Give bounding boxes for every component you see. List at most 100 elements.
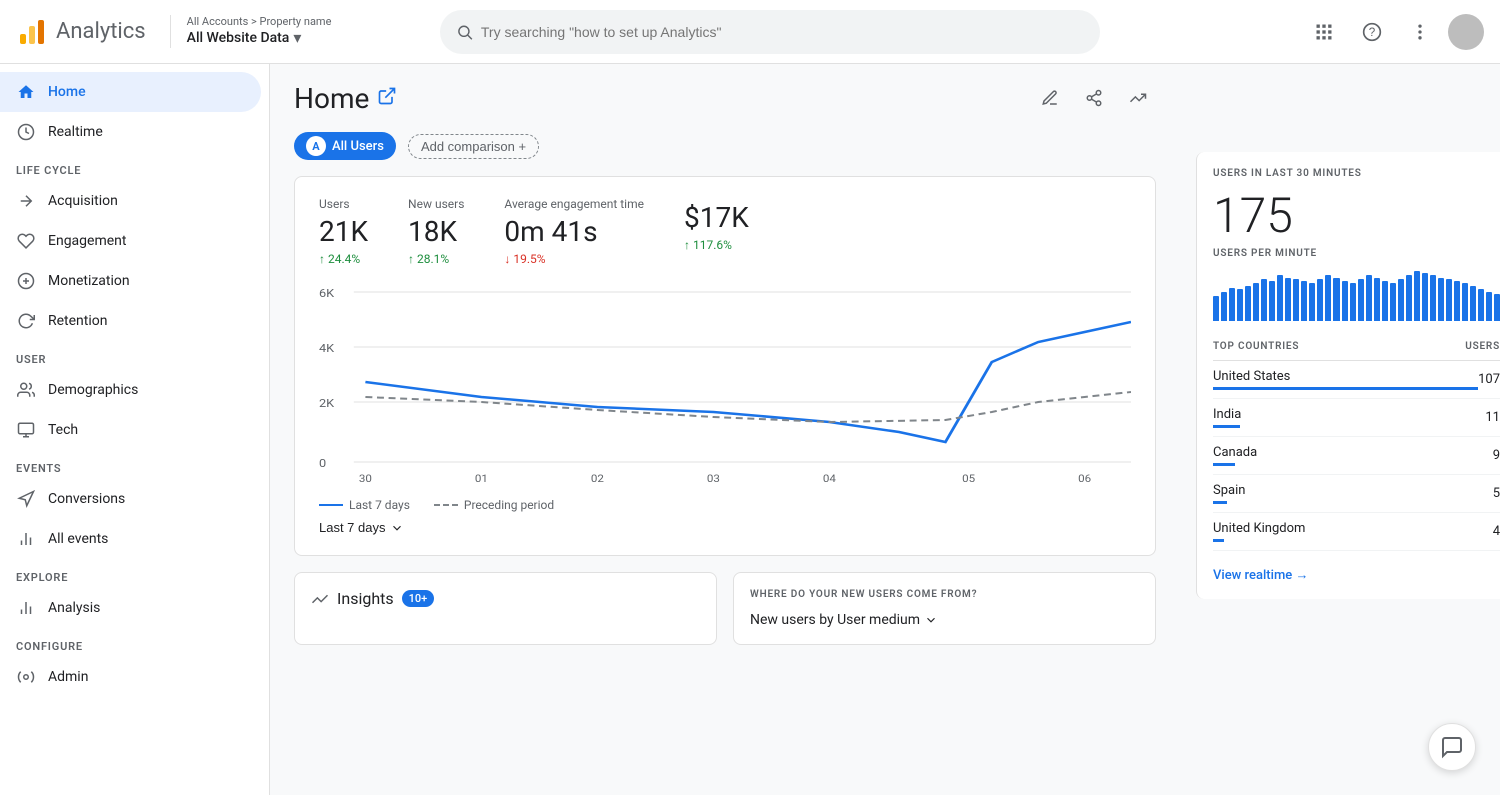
share-icon [1085, 89, 1103, 107]
bar-mini [1269, 281, 1275, 321]
sidebar-item-monetization[interactable]: Monetization [0, 261, 261, 301]
view-realtime-link[interactable]: View realtime → [1213, 567, 1500, 583]
svg-text:02: 02 [591, 473, 604, 482]
svg-text:6K: 6K [319, 287, 335, 300]
country-count: 4 [1493, 524, 1500, 539]
sidebar-item-admin[interactable]: Admin [0, 657, 261, 697]
country-name: United Kingdom [1213, 521, 1493, 536]
top-countries-label: TOP COUNTRIES [1213, 341, 1299, 352]
avatar[interactable] [1448, 14, 1484, 50]
country-bar [1213, 463, 1235, 466]
insights-trend-icon [311, 590, 329, 608]
svg-text:01: 01 [475, 473, 488, 482]
sidebar-section-lifecycle: LIFE CYCLE [0, 152, 269, 181]
bar-mini [1301, 281, 1307, 321]
new-users-title: WHERE DO YOUR NEW USERS COME FROM? [750, 589, 1139, 600]
page-title-area: Home [294, 82, 397, 115]
layout: Home Realtime LIFE CYCLE Acquisition Eng… [0, 64, 1500, 795]
trend-button[interactable] [1120, 80, 1156, 116]
chip-letter: A [306, 136, 326, 156]
apps-button[interactable] [1304, 12, 1344, 52]
metric-new-users: New users 18K ↑ 28.1% [408, 197, 464, 266]
country-row: Canada 9 [1213, 437, 1500, 475]
svg-text:04: 04 [823, 473, 836, 482]
metric-revenue: $17K ↑ 117.6% [684, 197, 749, 266]
bar-mini [1293, 279, 1299, 321]
svg-text:05: 05 [962, 473, 975, 482]
edit-page-button[interactable] [1032, 80, 1068, 116]
metrics-row: Users 21K ↑ 24.4% New users 18K ↑ 28.1% … [295, 177, 1155, 266]
date-range-button[interactable]: Last 7 days [319, 520, 404, 535]
countries-list: United States 107 India 11 Canada 9 Spai… [1213, 361, 1500, 551]
analytics-logo-icon [16, 16, 48, 48]
engagement-value: 0m 41s [504, 215, 644, 248]
all-users-chip[interactable]: A All Users [294, 132, 396, 160]
engagement-icon [16, 231, 36, 251]
bar-mini [1261, 279, 1267, 321]
new-users-dropdown[interactable]: New users by User medium [750, 612, 1139, 628]
chevron-down-icon [390, 521, 404, 535]
sidebar-item-retention[interactable]: Retention [0, 301, 261, 341]
sidebar-item-acquisition[interactable]: Acquisition [0, 181, 261, 221]
sidebar-section-events: EVENTS [0, 450, 269, 479]
add-comparison-button[interactable]: Add comparison + [408, 134, 539, 159]
metric-engagement: Average engagement time 0m 41s ↓ 19.5% [504, 197, 644, 266]
sidebar-item-engagement[interactable]: Engagement [0, 221, 261, 261]
new-users-dropdown-label: New users by User medium [750, 612, 920, 628]
breadcrumb-dropdown-button[interactable]: ▾ [293, 28, 301, 48]
page-title: Home [294, 82, 369, 115]
bar-mini [1462, 283, 1468, 321]
countries-table: TOP COUNTRIES USERS United States 107 In… [1213, 337, 1500, 551]
sidebar-engagement-label: Engagement [48, 233, 126, 249]
users-change: ↑ 24.4% [319, 252, 368, 266]
bar-mini [1221, 292, 1227, 321]
chevron-down-icon [924, 613, 938, 627]
bottom-cards: Insights 10+ WHERE DO YOUR NEW USERS COM… [294, 572, 1156, 645]
sidebar-item-all-events[interactable]: All events [0, 519, 261, 559]
bar-mini [1422, 273, 1428, 321]
bar-mini [1229, 288, 1235, 321]
page-header: Home [294, 64, 1156, 132]
country-count: 107 [1478, 372, 1500, 387]
realtime-panel: USERS IN LAST 30 MINUTES 175 USERS PER M… [1196, 152, 1500, 599]
insights-badge: 10+ [402, 590, 435, 607]
country-name: Canada [1213, 445, 1493, 460]
sidebar-item-tech[interactable]: Tech [0, 410, 261, 450]
country-info: Canada [1213, 445, 1493, 466]
acquisition-icon [16, 191, 36, 211]
country-row: Spain 5 [1213, 475, 1500, 513]
country-count: 5 [1493, 486, 1500, 501]
revenue-change: ↑ 117.6% [684, 238, 749, 252]
edit-icon [1041, 89, 1059, 107]
bar-mini [1358, 279, 1364, 321]
sidebar-item-analysis[interactable]: Analysis [0, 588, 261, 628]
sidebar-retention-label: Retention [48, 313, 108, 329]
sidebar-item-conversions[interactable]: Conversions [0, 479, 261, 519]
bar-mini [1366, 275, 1372, 321]
chat-button[interactable] [1428, 723, 1476, 771]
sidebar-tech-label: Tech [48, 422, 78, 438]
bar-mini [1253, 283, 1259, 321]
insights-label: Insights [337, 589, 394, 608]
search-input[interactable] [481, 24, 1084, 40]
topbar: Analytics All Accounts > Property name A… [0, 0, 1500, 64]
sidebar-section-user: USER [0, 341, 269, 370]
share-button[interactable] [1076, 80, 1112, 116]
legend-last7: Last 7 days [319, 498, 410, 512]
bar-mini [1309, 283, 1315, 321]
country-row: United Kingdom 4 [1213, 513, 1500, 551]
conversions-icon [16, 489, 36, 509]
admin-icon [16, 667, 36, 687]
svg-text:?: ? [1369, 26, 1376, 39]
page-external-link-icon[interactable] [377, 86, 397, 111]
country-info: India [1213, 407, 1485, 428]
sidebar-item-demographics[interactable]: Demographics [0, 370, 261, 410]
users-per-minute-chart [1213, 271, 1500, 321]
sidebar-item-realtime[interactable]: Realtime [0, 112, 261, 152]
help-button[interactable]: ? [1352, 12, 1392, 52]
more-options-button[interactable] [1400, 12, 1440, 52]
bar-mini [1382, 281, 1388, 321]
revenue-value: $17K [684, 201, 749, 234]
country-bar [1213, 501, 1227, 504]
sidebar-item-home[interactable]: Home [0, 72, 261, 112]
